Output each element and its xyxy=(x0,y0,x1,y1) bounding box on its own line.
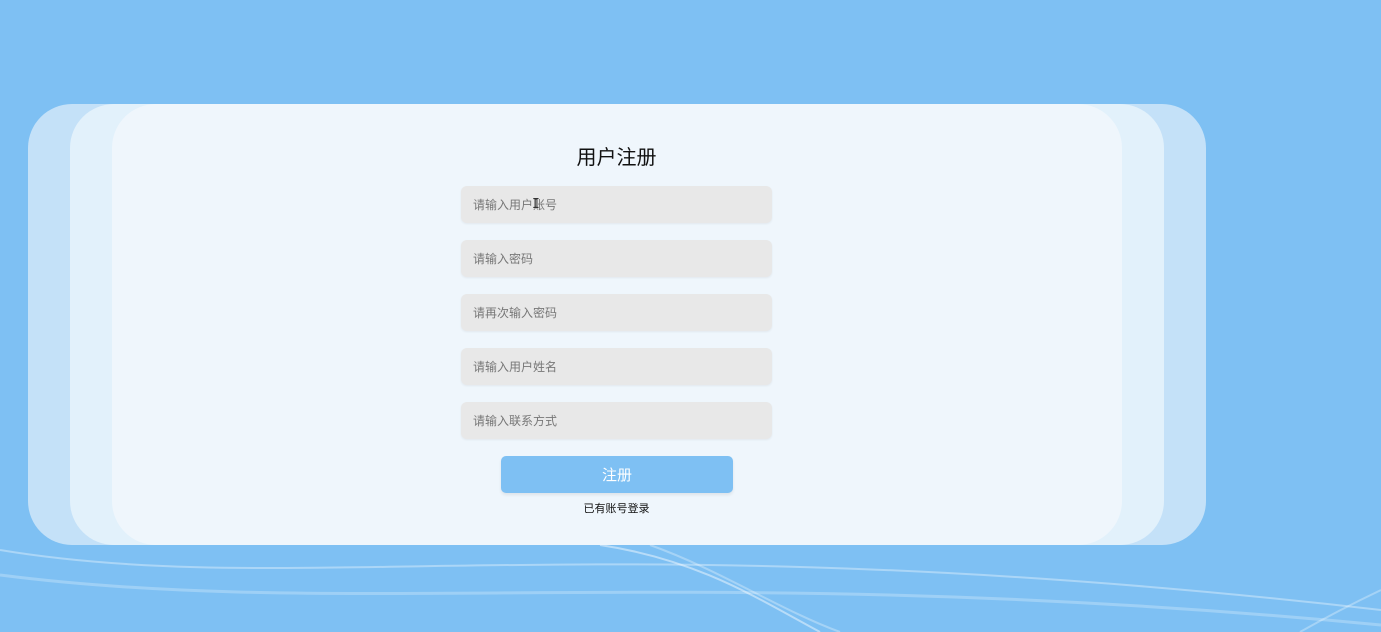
password-field[interactable] xyxy=(461,240,772,277)
contact-input[interactable] xyxy=(471,412,762,429)
register-button[interactable]: 注册 xyxy=(501,456,733,493)
page-title: 用户注册 xyxy=(576,145,657,169)
username-field[interactable] xyxy=(461,186,772,223)
username-input[interactable] xyxy=(471,196,762,213)
password-input[interactable] xyxy=(471,250,762,267)
confirm-password-input[interactable] xyxy=(471,304,762,321)
confirm-password-field[interactable] xyxy=(461,294,772,331)
login-link[interactable]: 已有账号登录 xyxy=(461,501,772,517)
real-name-field[interactable] xyxy=(461,348,772,385)
register-form: 用户注册 注册 已有账号登录 xyxy=(461,104,772,545)
contact-field[interactable] xyxy=(461,402,772,439)
text-cursor-icon: I xyxy=(532,197,540,212)
real-name-input[interactable] xyxy=(471,358,762,375)
